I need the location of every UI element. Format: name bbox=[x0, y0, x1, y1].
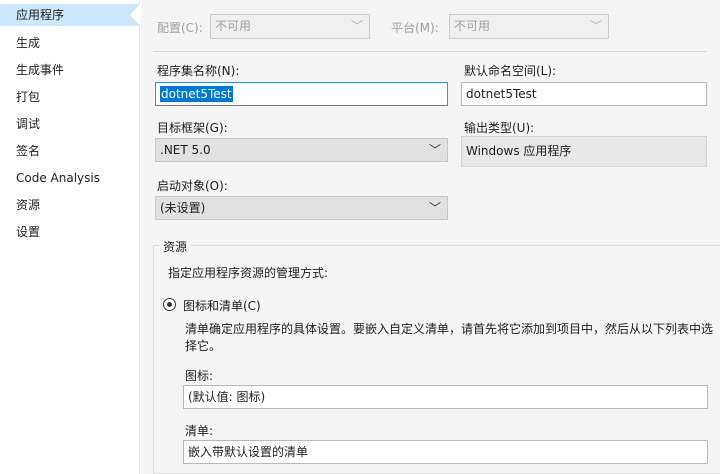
sidebar-item-settings[interactable]: 设置 bbox=[0, 221, 139, 243]
output-type-value: Windows 应用程序 bbox=[461, 136, 707, 167]
chevron-down-icon: ﹀ bbox=[428, 201, 441, 215]
assembly-name-label: 程序集名称(N): bbox=[157, 64, 240, 78]
target-framework-select[interactable]: .NET 5.0 ﹀ bbox=[155, 138, 448, 162]
config-value: 不可用 bbox=[215, 19, 252, 33]
target-framework-value: .NET 5.0 bbox=[160, 143, 211, 157]
config-label: 配置(C): bbox=[157, 21, 203, 35]
manifest-select[interactable]: 嵌入带默认设置的清单 bbox=[183, 440, 708, 464]
startup-object-select[interactable]: (未设置) ﹀ bbox=[155, 196, 448, 220]
chevron-down-icon: ﹀ bbox=[589, 19, 602, 33]
sidebar-item-build[interactable]: 生成 bbox=[0, 32, 139, 54]
sidebar: 应用程序 生成 生成事件 打包 调试 签名 Code Analysis 资源 设… bbox=[0, 0, 140, 474]
sidebar-item-resources[interactable]: 资源 bbox=[0, 194, 139, 216]
sidebar-item-signing[interactable]: 签名 bbox=[0, 140, 139, 162]
platform-select[interactable]: 不可用 ﹀ bbox=[449, 14, 609, 39]
platform-label: 平台(M): bbox=[391, 21, 439, 35]
icon-value: (默认值: 图标) bbox=[188, 390, 266, 404]
output-type-label: 输出类型(U): bbox=[464, 121, 535, 135]
manifest-description-line1: 清单确定应用程序的具体设置。要嵌入自定义清单，请首先将它添加到项目中，然后从以下… bbox=[185, 322, 714, 336]
icon-select[interactable]: (默认值: 图标) bbox=[183, 385, 708, 409]
chevron-down-icon: ﹀ bbox=[350, 19, 363, 33]
assembly-name-input[interactable]: dotnet5Test bbox=[155, 82, 448, 106]
divider bbox=[153, 51, 707, 52]
default-namespace-value: dotnet5Test bbox=[466, 87, 537, 101]
target-framework-label: 目标框架(G): bbox=[157, 121, 228, 135]
manifest-description-line2: 择它。 bbox=[185, 339, 222, 353]
resources-description: 指定应用程序资源的管理方式: bbox=[168, 266, 329, 280]
startup-object-label: 启动对象(O): bbox=[157, 179, 228, 193]
resources-group-title: 资源 bbox=[160, 238, 191, 255]
sidebar-item-debug[interactable]: 调试 bbox=[0, 113, 139, 135]
icon-manifest-radio[interactable] bbox=[163, 298, 176, 311]
platform-value: 不可用 bbox=[454, 19, 491, 33]
icon-label: 图标: bbox=[185, 369, 214, 383]
chevron-down-icon: ﹀ bbox=[428, 143, 441, 157]
default-namespace-input[interactable]: dotnet5Test bbox=[461, 82, 707, 106]
default-namespace-label: 默认命名空间(L): bbox=[464, 64, 557, 78]
startup-object-value: (未设置) bbox=[160, 201, 206, 215]
config-select[interactable]: 不可用 ﹀ bbox=[210, 14, 370, 39]
icon-manifest-option-label[interactable]: 图标和清单(C) bbox=[183, 297, 261, 314]
sidebar-item-build-events[interactable]: 生成事件 bbox=[0, 59, 139, 81]
sidebar-item-code-analysis[interactable]: Code Analysis bbox=[0, 167, 139, 189]
sidebar-item-package[interactable]: 打包 bbox=[0, 86, 139, 108]
assembly-name-value: dotnet5Test bbox=[160, 86, 233, 102]
manifest-label: 清单: bbox=[185, 424, 214, 438]
sidebar-item-application[interactable]: 应用程序 bbox=[0, 4, 140, 26]
manifest-value: 嵌入带默认设置的清单 bbox=[188, 445, 309, 459]
